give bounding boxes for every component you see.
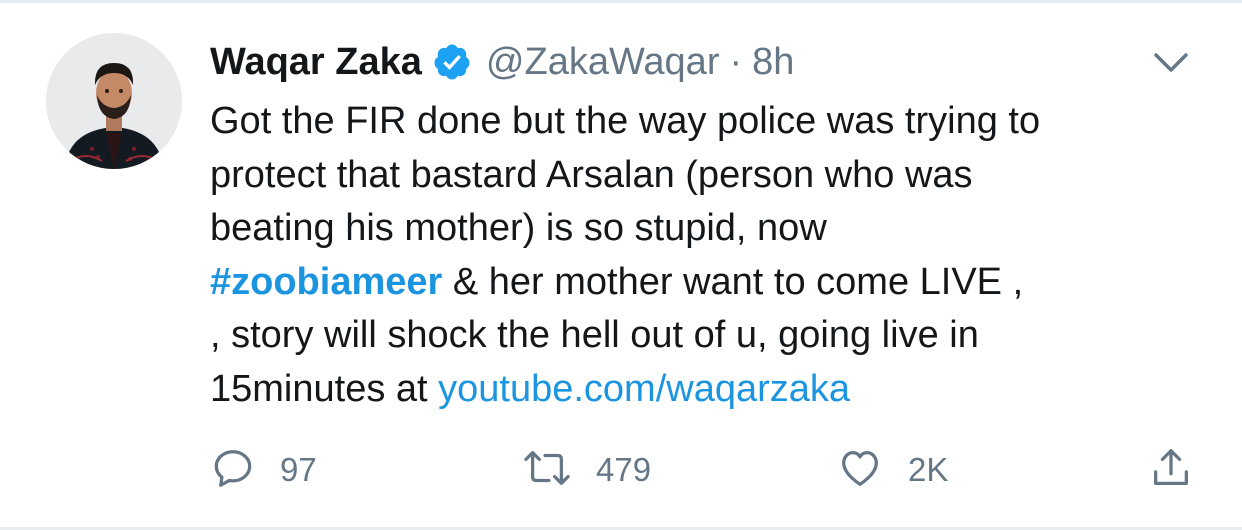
retweet-icon (522, 445, 572, 496)
tweet-text-line: Got the FIR done but the way police was … (210, 100, 1041, 142)
avatar[interactable] (46, 33, 182, 169)
tweet-text-line: protect that bastard Arsalan (person who… (210, 153, 973, 196)
action-bar: 97 479 2K (210, 445, 1200, 495)
verified-badge-icon (432, 42, 472, 82)
author-name[interactable]: Waqar Zaka (210, 41, 422, 84)
reply-icon (210, 445, 256, 496)
reply-count: 97 (280, 451, 317, 488)
tweet-text-fragment: 15minutes at (210, 367, 439, 410)
tweet-card[interactable]: Waqar Zaka @ZakaWaqar · 8h Got the FIR d… (0, 0, 1242, 530)
tweet-header: Waqar Zaka @ZakaWaqar · 8h (210, 39, 794, 85)
chevron-down-icon[interactable] (1152, 49, 1190, 77)
separator-dot: · (729, 40, 743, 83)
url-link[interactable]: youtube.com/waqarzaka (438, 368, 850, 410)
tweet-text: Got the FIR done but the way police was … (210, 95, 1200, 416)
timestamp[interactable]: 8h (752, 41, 794, 84)
tweet-text-line: 15minutes at youtube.com/waqarzaka (210, 363, 1200, 417)
like-button[interactable]: 2K (836, 445, 948, 495)
retweet-button[interactable]: 479 (522, 445, 651, 495)
tweet-text-line: beating his mother) is so stupid, now (210, 207, 827, 249)
tweet-text-line: , story will shock the hell out of u, go… (210, 314, 979, 356)
like-count: 2K (908, 451, 949, 488)
hashtag-link[interactable]: #zoobiameer (210, 261, 442, 303)
retweet-count: 479 (596, 451, 652, 488)
reply-button[interactable]: 97 (210, 445, 317, 495)
tweet-text-line: #zoobiameer & her mother want to come LI… (210, 256, 1200, 310)
tweet-text-fragment: & her mother want to come LIVE , (442, 260, 1024, 303)
author-handle[interactable]: @ZakaWaqar (486, 41, 720, 84)
share-button[interactable] (1148, 445, 1194, 495)
share-icon (1148, 445, 1194, 496)
like-icon (836, 445, 884, 496)
